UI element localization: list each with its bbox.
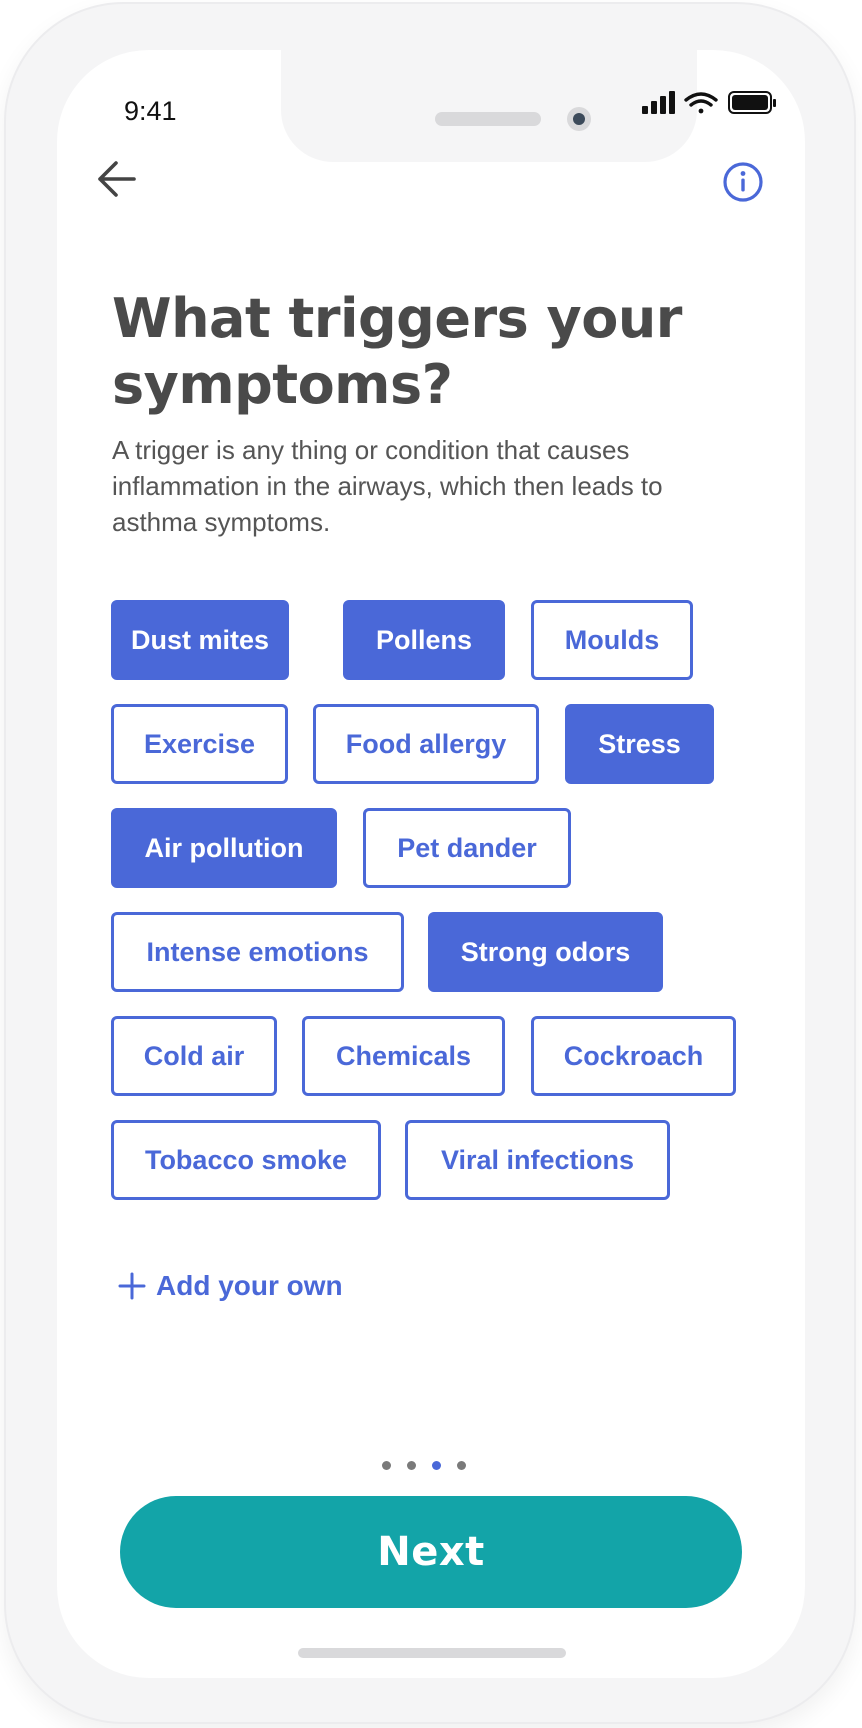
info-icon <box>723 162 763 202</box>
trigger-chip-chemicals[interactable]: Chemicals <box>302 1016 505 1096</box>
info-button[interactable] <box>722 161 764 203</box>
trigger-chip-intense-emotions[interactable]: Intense emotions <box>111 912 404 992</box>
page-title: What triggers your symptoms? <box>112 287 682 416</box>
trigger-chip-moulds[interactable]: Moulds <box>531 600 693 680</box>
plus-icon <box>118 1272 146 1300</box>
speaker <box>435 112 541 126</box>
trigger-chip-cold-air[interactable]: Cold air <box>111 1016 277 1096</box>
trigger-chip-stress[interactable]: Stress <box>565 704 714 784</box>
pagination-dot <box>407 1461 416 1470</box>
pagination-dot <box>432 1461 441 1470</box>
trigger-chip-viral-infections[interactable]: Viral infections <box>405 1120 670 1200</box>
trigger-chip-cockroach[interactable]: Cockroach <box>531 1016 736 1096</box>
add-your-own-label: Add your own <box>156 1270 343 1301</box>
arrow-left-icon <box>98 161 136 197</box>
page: 9:41 What triggers your symptoms? A trig… <box>0 0 862 1728</box>
camera <box>567 107 591 131</box>
wifi-icon <box>684 92 718 114</box>
trigger-chip-pet-dander[interactable]: Pet dander <box>363 808 571 888</box>
status-time: 9:41 <box>124 96 177 126</box>
trigger-chip-strong-odors[interactable]: Strong odors <box>428 912 663 992</box>
notch <box>281 50 697 162</box>
pagination-dots <box>382 1461 466 1473</box>
next-button-label: Next <box>377 1529 485 1575</box>
pagination-dot <box>382 1461 391 1470</box>
trigger-chip-dust-mites[interactable]: Dust mites <box>111 600 289 680</box>
trigger-chip-pollens[interactable]: Pollens <box>343 600 505 680</box>
pagination-dot <box>457 1461 466 1470</box>
battery-icon <box>728 91 776 114</box>
page-subtitle: A trigger is any thing or condition that… <box>112 435 663 537</box>
trigger-chip-exercise[interactable]: Exercise <box>111 704 288 784</box>
status-icons <box>640 88 780 118</box>
signal-icon <box>642 91 675 114</box>
next-button[interactable]: Next <box>120 1496 742 1608</box>
home-indicator <box>298 1648 566 1658</box>
add-your-own-button[interactable]: Add your own <box>118 1268 343 1304</box>
back-button[interactable] <box>94 158 140 200</box>
trigger-chip-food-allergy[interactable]: Food allergy <box>313 704 539 784</box>
trigger-chip-air-pollution[interactable]: Air pollution <box>111 808 337 888</box>
trigger-chip-tobacco-smoke[interactable]: Tobacco smoke <box>111 1120 381 1200</box>
